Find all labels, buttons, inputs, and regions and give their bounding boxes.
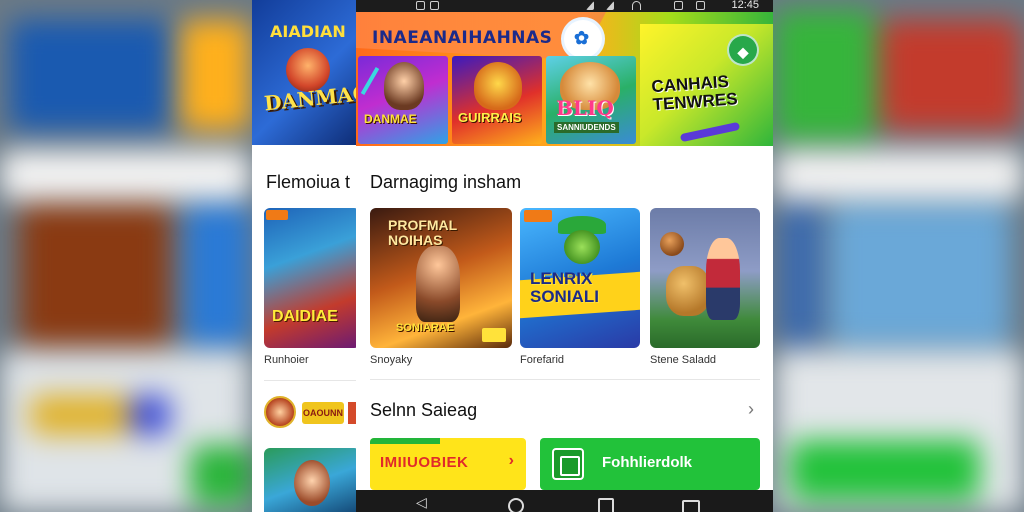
promo-button-green[interactable]: Fohhlierdolk	[540, 438, 760, 490]
game-card-sublogo: SONIARAE	[396, 322, 455, 334]
decoration	[360, 67, 380, 95]
left-banner-logo: DANMAG	[263, 80, 362, 116]
left-mini-tag: OAOUNN	[302, 402, 344, 424]
hero-tile-featured[interactable]: ◆ CANHAIS TENWRES	[640, 24, 773, 146]
arrow-right-icon: ›	[508, 452, 514, 469]
character-art	[294, 460, 330, 506]
character-art	[564, 230, 600, 264]
gamepad-icon[interactable]: ◆	[727, 34, 759, 66]
left-banner[interactable]: AIADIAN DANMAG	[252, 0, 362, 145]
character-art	[384, 62, 424, 110]
phone-screen: 12:45 INAEANAIHAHNAS ✿ DANMAE GUIRRAIS B…	[356, 0, 773, 512]
promo-button-label: IMIIUOBIEK	[380, 454, 469, 471]
status-clock: 12:45	[731, 0, 759, 11]
ball-art	[660, 232, 684, 256]
app-icon	[552, 448, 584, 480]
character-art	[666, 266, 710, 316]
hero-tile-logo: GUIRRAIS	[458, 110, 522, 125]
divider	[370, 379, 760, 380]
decoration	[679, 121, 741, 143]
hero-tile-logo: DANMAE	[364, 112, 417, 126]
notification-icon	[430, 1, 439, 10]
left-game-card-2[interactable]	[264, 448, 360, 512]
avatar	[264, 396, 296, 428]
hero-tile[interactable]: GUIRRAIS	[452, 56, 542, 144]
left-game-card[interactable]: DAIDIAE	[264, 208, 360, 348]
promo-button-label: Fohhlierdolk	[602, 454, 692, 471]
hero-tile-logo: BLIQ	[556, 96, 614, 120]
decoration	[370, 438, 440, 444]
game-card[interactable]: PROFMAL NOIHAS SONIARAE	[370, 208, 512, 348]
game-card-logo: LENRIX SONIALI	[530, 269, 599, 306]
recents-icon[interactable]	[598, 498, 614, 512]
left-banner-title: AIADIAN	[270, 22, 346, 41]
left-card-label: Runhoier	[264, 354, 309, 366]
status-bar: 12:45	[356, 0, 773, 12]
left-divider	[264, 380, 362, 381]
menu-icon[interactable]	[682, 500, 700, 512]
game-card-label: Snoyaky	[370, 354, 413, 366]
hero-banner[interactable]: INAEANAIHAHNAS ✿ DANMAE GUIRRAIS BLIQ SA…	[356, 12, 773, 146]
chevron-right-icon[interactable]: ›	[748, 400, 768, 420]
game-card-logo: PROFMAL NOIHAS	[388, 217, 457, 248]
new-badge	[266, 210, 288, 220]
wifi-icon	[632, 1, 641, 10]
nav-bar: ◁	[356, 490, 773, 512]
hero-title: INAEANAIHAHNAS	[372, 28, 553, 48]
character-art	[474, 62, 522, 110]
signal-icon	[586, 1, 594, 10]
notification-icon	[416, 1, 425, 10]
game-card[interactable]	[650, 208, 760, 348]
character-art	[706, 238, 740, 320]
signal-icon	[606, 1, 614, 10]
section-title: Darnagimg insham	[370, 172, 522, 192]
battery-icon	[674, 1, 683, 10]
battery-icon	[696, 1, 705, 10]
game-card-label: Forefarid	[520, 354, 565, 366]
hero-tile-sublogo: SANNIUDENDS	[554, 122, 619, 133]
promo-button-yellow[interactable]: IMIIUOBIEK ›	[370, 438, 526, 490]
game-card[interactable]: LENRIX SONIALI	[520, 208, 640, 348]
game-card-label: Stene Saladd	[650, 354, 717, 366]
hero-featured-logo: CANHAIS TENWRES	[650, 71, 739, 115]
hero-tile[interactable]: DANMAE	[358, 56, 448, 144]
character-art	[416, 246, 460, 322]
left-mini-row[interactable]: OAOUNN	[264, 396, 362, 430]
left-card-logo: DAIDIAE	[272, 308, 338, 325]
corner-tag	[482, 328, 506, 342]
back-icon[interactable]: ◁	[416, 495, 427, 509]
section-title-2: Selnn Saieag	[370, 400, 478, 420]
home-icon[interactable]	[508, 498, 524, 512]
left-section-title: Flemoiua t	[266, 172, 351, 192]
left-screen-preview: AIADIAN DANMAG Flemoiua t DAIDIAE Runhoi…	[252, 0, 362, 512]
new-badge	[524, 210, 552, 222]
hero-tile[interactable]: BLIQ SANNIUDENDS	[546, 56, 636, 144]
app-badge-icon: ✿	[564, 20, 602, 58]
